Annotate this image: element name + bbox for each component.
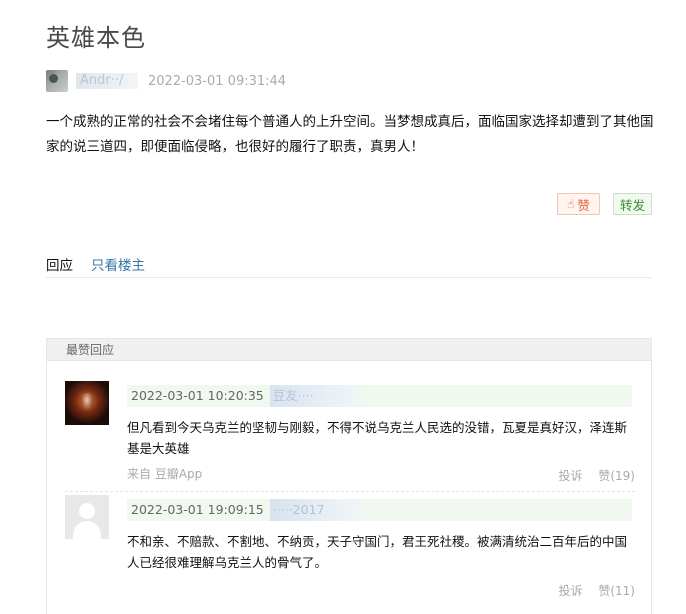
reply-item: 2022-03-01 10:20:35 豆友···· 但凡看到今天乌克兰的坚韧与… xyxy=(65,381,635,491)
post-title: 英雄本色 xyxy=(46,24,146,52)
reply-item: 2022-03-01 19:09:15 ·····2017 不和亲、不赔款、不割… xyxy=(65,495,635,613)
thumbs-up-icon: ☝ xyxy=(567,197,575,211)
default-avatar[interactable] xyxy=(65,495,109,539)
tab-owner-only[interactable]: 只看楼主 xyxy=(91,254,145,277)
reply-username[interactable]: 豆友···· xyxy=(269,385,366,407)
share-button[interactable]: 转发 xyxy=(613,193,652,215)
user-avatar[interactable] xyxy=(65,381,109,425)
hot-replies-header: 最赞回应 xyxy=(47,339,651,361)
like-button[interactable]: ☝ 赞 xyxy=(557,193,600,215)
post-body: 一个成熟的正常的社会不会堵住每个普通人的上升空间。当梦想成真后，面临国家选择却遭… xyxy=(46,114,654,155)
hot-replies-section: 最赞回应 2022-03-01 10:20:35 豆友···· 但凡看到今天乌克… xyxy=(46,338,652,614)
reply-text: 不和亲、不赔款、不割地、不纳贡，天子守国门，君王死社稷。被满清统治二百年后的中国… xyxy=(127,534,628,570)
author-name[interactable]: Andr··/ xyxy=(76,73,138,89)
tab-all-replies[interactable]: 回应 xyxy=(46,254,73,277)
reply-timestamp: 2022-03-01 10:20:35 xyxy=(131,388,264,403)
report-link[interactable]: 投诉 xyxy=(559,584,583,598)
reply-like-link[interactable]: 赞(19) xyxy=(598,469,635,483)
reply-meta: 2022-03-01 10:20:35 豆友···· xyxy=(127,385,632,407)
reply-username[interactable]: ·····2017 xyxy=(269,499,366,521)
author-row: Andr··/ 2022-03-01 09:31:44 xyxy=(46,70,286,92)
reply-timestamp: 2022-03-01 19:09:15 xyxy=(131,502,264,517)
reply-text: 但凡看到今天乌克兰的坚韧与刚毅，不得不说乌克兰人民选的没错，瓦夏是真好汉，泽连斯… xyxy=(127,420,628,456)
post-timestamp: 2022-03-01 09:31:44 xyxy=(148,73,287,89)
reply-actions: 投诉 赞(19) xyxy=(547,467,635,484)
reply-source: 来自 豆瓣App xyxy=(127,467,203,481)
reply-like-link[interactable]: 赞(11) xyxy=(598,584,635,598)
reply-meta: 2022-03-01 19:09:15 ·····2017 xyxy=(127,499,632,521)
author-avatar[interactable] xyxy=(46,70,68,92)
reply-divider xyxy=(65,491,635,492)
report-link[interactable]: 投诉 xyxy=(559,469,583,483)
like-label: 赞 xyxy=(577,197,590,213)
reply-actions: 投诉 赞(11) xyxy=(547,582,635,599)
reply-tabs: 回应 只看楼主 xyxy=(46,254,652,278)
